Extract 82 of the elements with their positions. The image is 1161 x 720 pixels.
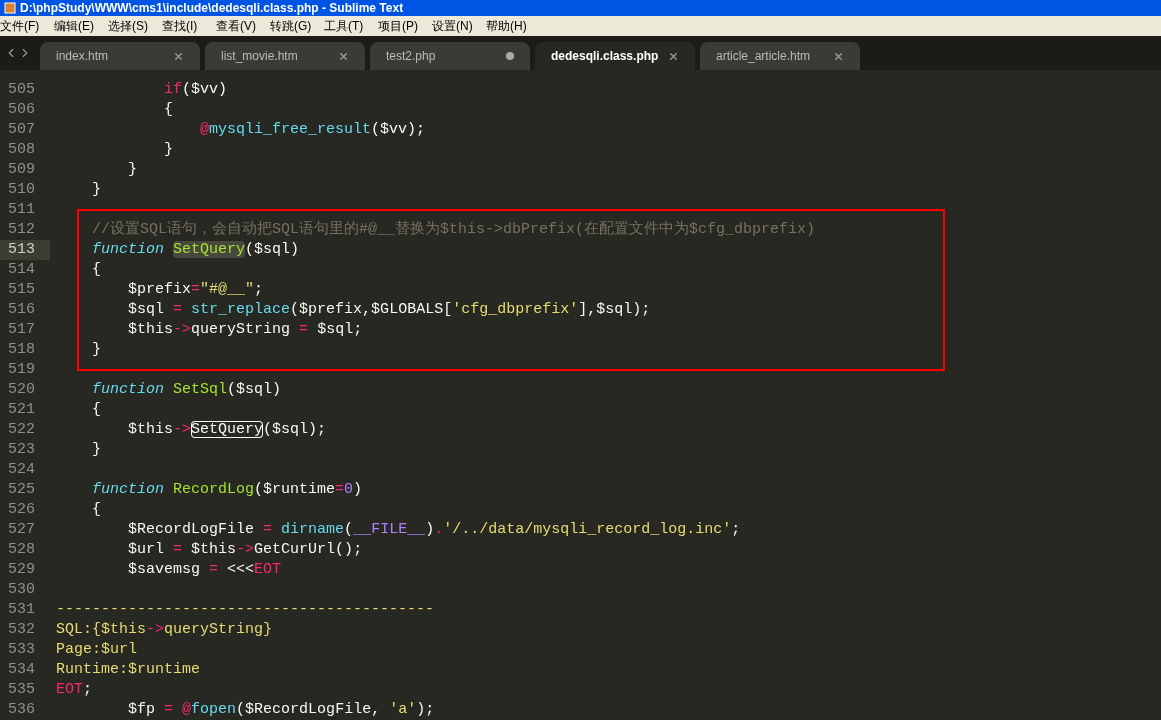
menu-item[interactable]: 文件(F)	[0, 17, 54, 35]
menu-item[interactable]: 项目(P)	[378, 17, 432, 35]
line-number: 521	[7, 400, 36, 420]
close-icon[interactable]	[338, 50, 349, 62]
code-line: }	[127, 160, 138, 180]
file-tab[interactable]: test2.php	[370, 42, 530, 70]
code-line: $this->queryString = $sql;	[127, 320, 363, 340]
code-line: {	[163, 100, 174, 120]
line-number: 509	[7, 160, 36, 180]
line-number: 520	[7, 380, 36, 400]
line-number: 525	[7, 480, 36, 500]
close-icon[interactable]	[173, 50, 184, 62]
code-line: }	[91, 340, 102, 360]
code-line: if($vv)	[163, 80, 228, 100]
line-number: 529	[7, 560, 36, 580]
app-icon	[4, 2, 16, 14]
line-number: 528	[7, 540, 36, 560]
code-line: function SetQuery($sql)	[91, 240, 300, 260]
menu-item[interactable]: 查看(V)	[216, 17, 270, 35]
line-number: 530	[7, 580, 36, 600]
line-number: 517	[7, 320, 36, 340]
code-line: $prefix="#@__";	[127, 280, 264, 300]
line-number: 518	[7, 340, 36, 360]
code-line: Page:$url	[56, 640, 137, 660]
window-title: D:\phpStudy\WWW\cms1\include\dedesqli.class.php - Sublime Text	[20, 2, 404, 14]
code-line: }	[91, 440, 102, 460]
code-line: function SetSql($sql)	[91, 380, 282, 400]
code-line: {	[91, 400, 102, 420]
file-tab[interactable]: index.htm	[40, 42, 200, 70]
code-line: ------------------------------------------	[56, 600, 435, 620]
line-number: 535	[7, 680, 36, 700]
line-number: 522	[7, 420, 36, 440]
line-number: 515	[7, 280, 36, 300]
code-line: @mysqli_free_result($vv);	[199, 120, 426, 140]
line-number: 514	[7, 260, 36, 280]
code-line: Runtime:$runtime	[56, 660, 201, 680]
code-line: }	[163, 140, 174, 160]
file-tab[interactable]: article_article.htm	[700, 42, 860, 70]
line-number: 527	[7, 520, 36, 540]
menu-item[interactable]: 设置(N)	[432, 17, 486, 35]
code-line: $fp = @fopen($RecordLogFile, 'a');	[127, 700, 435, 720]
menu-item[interactable]: 转跳(G)	[270, 17, 324, 35]
file-tab[interactable]: list_movie.htm	[205, 42, 365, 70]
code-line: EOT;	[56, 680, 93, 700]
line-number: 510	[7, 180, 36, 200]
line-number: 533	[7, 640, 36, 660]
menu-item[interactable]: 选择(S)	[108, 17, 162, 35]
code-line: $url = $this->GetCurUrl();	[127, 540, 363, 560]
line-number: 526	[7, 500, 36, 520]
file-tab[interactable]: dedesqli.class.php	[535, 42, 695, 70]
close-icon[interactable]	[668, 50, 679, 62]
code-line: SQL:{$this->queryString}	[56, 620, 273, 640]
code-line: $savemsg = <<<EOT	[127, 560, 282, 580]
line-number: 506	[7, 100, 36, 120]
line-number: 513	[0, 240, 50, 260]
line-number: 523	[7, 440, 36, 460]
code-line: {	[91, 500, 102, 520]
line-number: 507	[7, 120, 36, 140]
code-line: //设置SQL语句，会自动把SQL语句里的#@__替换为$this->dbPrefix(在配置文件中为$cfg_dbprefix)	[91, 220, 816, 240]
line-number: 511	[7, 200, 36, 220]
line-number: 508	[7, 140, 36, 160]
code-line: function RecordLog($runtime=0)	[91, 480, 363, 500]
line-number: 524	[7, 460, 36, 480]
line-number: 516	[7, 300, 36, 320]
line-number: 512	[7, 220, 36, 240]
code-line: $RecordLogFile = dirname(__FILE__).'/../data/mysqli_record_log.inc';	[127, 520, 741, 540]
code-line: $this->SetQuery($sql);	[127, 420, 327, 440]
menu-item[interactable]: 帮助(H)	[486, 17, 540, 35]
line-number: 534	[7, 660, 36, 680]
modified-dot-icon	[506, 52, 514, 60]
close-icon[interactable]	[833, 50, 844, 62]
line-number: 505	[7, 80, 36, 100]
menu-item[interactable]: 工具(T)	[324, 17, 378, 35]
code-line: {	[91, 260, 102, 280]
line-number: 532	[7, 620, 36, 640]
menu-item[interactable]: 编辑(E)	[54, 17, 108, 35]
code-line: }	[91, 180, 102, 200]
menu-item[interactable]: 查找(I)	[162, 17, 216, 35]
code-line: $sql = str_replace($prefix,$GLOBALS['cfg_dbprefix'],$sql);	[127, 300, 651, 320]
line-number: 531	[7, 600, 36, 620]
line-number: 519	[7, 360, 36, 380]
line-number: 536	[7, 700, 36, 720]
